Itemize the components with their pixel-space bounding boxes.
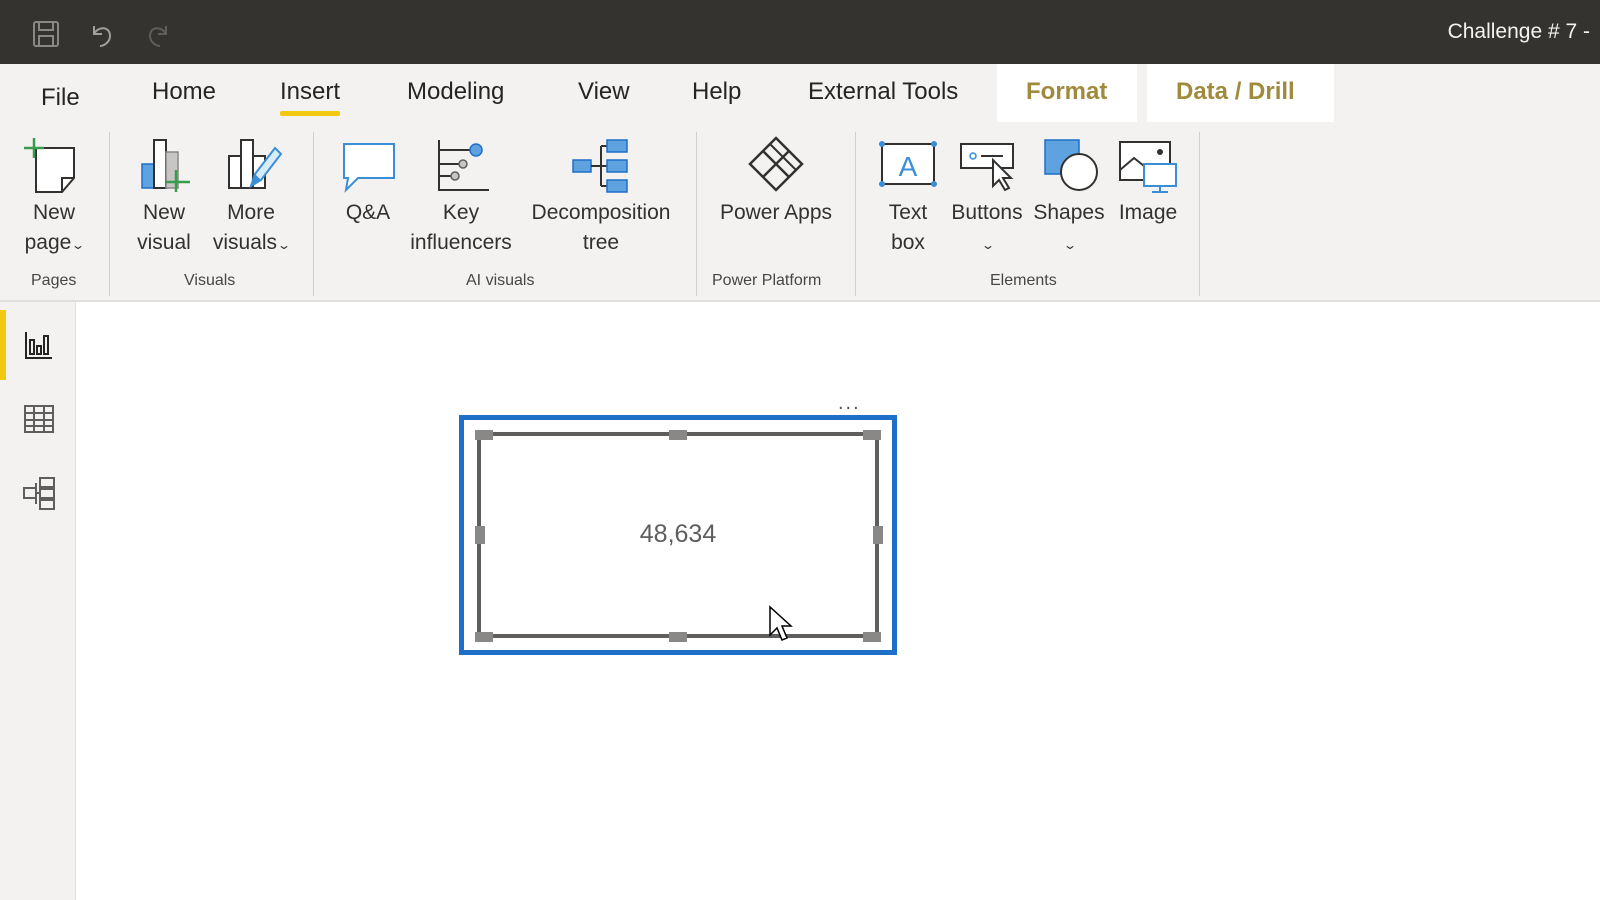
resize-handle[interactable] xyxy=(863,632,881,642)
divider xyxy=(313,132,314,296)
qna-icon xyxy=(343,143,395,193)
qna-button[interactable]: Q&A xyxy=(333,134,403,228)
image-label: Image xyxy=(1118,201,1178,224)
key-influencers-label: Key xyxy=(442,201,480,224)
group-label-ai-visuals: AI visuals xyxy=(466,272,535,289)
window-title: Challenge # 7 - xyxy=(1447,20,1590,43)
image-button[interactable]: Image xyxy=(1112,134,1184,228)
new-page-icon xyxy=(24,138,75,193)
new-page-label: New xyxy=(32,201,75,224)
group-label-power-platform: Power Platform xyxy=(712,272,822,289)
text-box-button[interactable]: A Text box xyxy=(872,134,944,258)
more-visuals-label-2: visuals xyxy=(212,231,278,254)
shapes-icon xyxy=(1044,139,1098,191)
mouse-cursor-icon xyxy=(769,605,793,641)
decomposition-tree-icon xyxy=(572,139,628,193)
qna-label: Q&A xyxy=(345,201,391,224)
new-page-label-2: page xyxy=(24,231,72,254)
card-value: 48,634 xyxy=(639,520,717,548)
buttons-button[interactable]: Buttons ⌄ xyxy=(948,134,1026,260)
power-apps-label: Power Apps xyxy=(719,201,833,224)
divider xyxy=(855,132,856,296)
resize-handle[interactable] xyxy=(863,430,881,440)
view-switcher xyxy=(0,302,76,900)
tab-modeling[interactable]: Modeling xyxy=(407,78,504,106)
decomposition-tree-label-2: tree xyxy=(582,231,620,254)
power-apps-icon xyxy=(748,136,804,192)
new-visual-icon xyxy=(141,139,190,192)
resize-handle[interactable] xyxy=(669,430,687,440)
chevron-down-icon: ⌄ xyxy=(980,238,996,252)
new-visual-label: New xyxy=(142,201,185,224)
more-visuals-icon xyxy=(228,139,283,189)
key-influencers-icon xyxy=(438,140,489,191)
decomposition-tree-label: Decomposition xyxy=(531,201,671,224)
chevron-down-icon: ⌄ xyxy=(1062,238,1078,252)
decomposition-tree-button[interactable]: Decomposition tree xyxy=(522,134,680,258)
key-influencers-label-2: influencers xyxy=(410,231,512,254)
data-view-icon[interactable] xyxy=(22,402,56,436)
tab-file[interactable]: File xyxy=(41,84,80,112)
redo-icon[interactable] xyxy=(142,18,174,50)
divider xyxy=(1199,132,1200,296)
model-view-icon[interactable] xyxy=(22,476,56,510)
chevron-down-icon: ⌄ xyxy=(71,238,86,252)
undo-icon[interactable] xyxy=(86,18,118,50)
tab-home[interactable]: Home xyxy=(152,78,216,106)
key-influencers-button[interactable]: Key influencers xyxy=(406,134,516,258)
active-indicator xyxy=(0,310,6,380)
svg-text:A: A xyxy=(899,151,918,182)
new-page-button[interactable]: New page⌄ xyxy=(14,134,94,260)
buttons-icon xyxy=(960,143,1014,192)
group-label-pages: Pages xyxy=(31,272,77,289)
tab-insert[interactable]: Insert xyxy=(280,78,341,116)
shapes-label: Shapes xyxy=(1033,201,1105,224)
tab-help[interactable]: Help xyxy=(692,78,741,106)
text-box-icon: A xyxy=(879,141,937,187)
more-options-icon[interactable]: ... xyxy=(838,392,861,415)
group-label-visuals: Visuals xyxy=(184,272,236,289)
text-box-label-2: box xyxy=(891,231,925,254)
divider xyxy=(109,132,110,296)
save-icon[interactable] xyxy=(30,18,62,50)
chevron-down-icon: ⌄ xyxy=(277,238,292,252)
power-apps-button[interactable]: Power Apps xyxy=(712,134,840,228)
tab-view[interactable]: View xyxy=(578,78,630,106)
shapes-button[interactable]: Shapes ⌄ xyxy=(1030,134,1108,260)
resize-handle[interactable] xyxy=(475,632,493,642)
new-visual-label-2: visual xyxy=(137,231,191,254)
resize-handle[interactable] xyxy=(669,632,687,642)
tab-data-drill[interactable]: Data / Drill xyxy=(1176,78,1295,106)
image-icon xyxy=(1119,141,1177,193)
report-view-icon[interactable] xyxy=(22,328,56,362)
tab-format[interactable]: Format xyxy=(1026,78,1107,106)
ribbon-tab-bar: File Home Insert Modeling View Help Exte… xyxy=(0,64,1600,128)
group-label-elements: Elements xyxy=(990,272,1057,289)
more-visuals-label: More xyxy=(227,201,275,224)
tab-external-tools[interactable]: External Tools xyxy=(808,78,958,106)
buttons-label: Buttons xyxy=(951,201,1023,224)
text-box-label: Text xyxy=(888,201,928,224)
title-bar: Challenge # 7 - xyxy=(0,0,1600,64)
resize-handle[interactable] xyxy=(475,430,493,440)
divider xyxy=(696,132,697,296)
more-visuals-button[interactable]: More visuals⌄ xyxy=(205,134,297,260)
new-visual-button[interactable]: New visual xyxy=(128,134,200,258)
ribbon: New page⌄ Pages New visual More visuals⌄… xyxy=(0,128,1600,302)
